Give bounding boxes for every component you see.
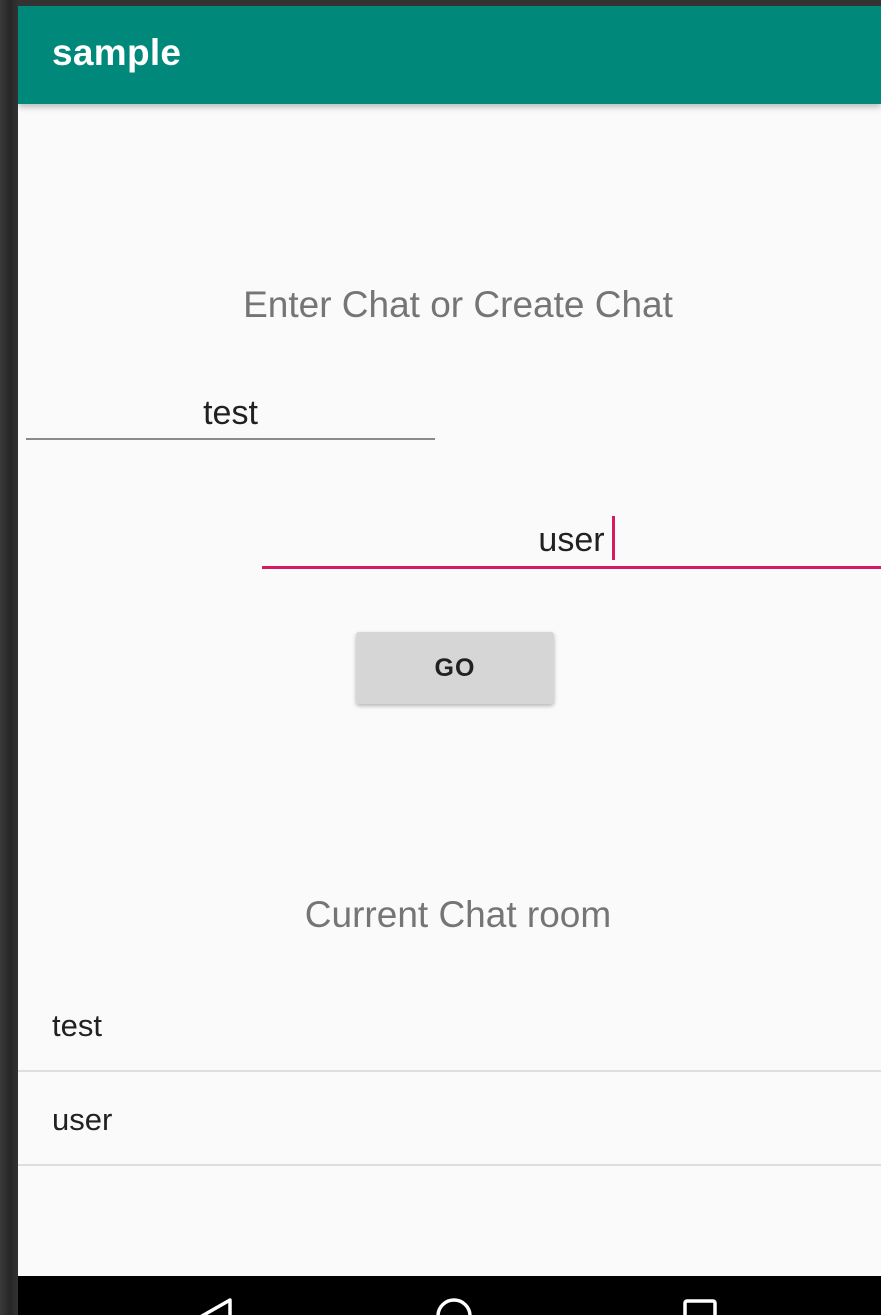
list-item[interactable]: test — [18, 978, 881, 1072]
chat-name-field[interactable] — [26, 388, 435, 440]
user-name-field[interactable] — [262, 514, 881, 569]
list-item-label: user — [52, 1102, 113, 1137]
home-icon[interactable] — [434, 1296, 474, 1315]
user-name-input[interactable] — [262, 514, 881, 566]
system-nav-bar — [18, 1276, 881, 1315]
chat-room-list: test user — [18, 978, 881, 1166]
go-button[interactable]: GO — [356, 632, 554, 704]
current-chat-room-heading: Current Chat room — [304, 894, 612, 935]
app-screen: sample Enter Chat or Create Chat GO Curr… — [18, 6, 881, 1315]
list-item-label: test — [52, 1008, 102, 1043]
app-bar: sample — [18, 6, 881, 104]
app-title: sample — [52, 32, 182, 73]
back-icon[interactable] — [196, 1296, 236, 1315]
recents-icon[interactable] — [680, 1296, 720, 1315]
chat-name-input[interactable] — [26, 388, 435, 438]
device-frame: sample Enter Chat or Create Chat GO Curr… — [0, 0, 881, 1315]
text-cursor — [612, 516, 615, 560]
list-item[interactable]: user — [18, 1072, 881, 1166]
enter-chat-heading: Enter Chat or Create Chat — [243, 284, 673, 325]
